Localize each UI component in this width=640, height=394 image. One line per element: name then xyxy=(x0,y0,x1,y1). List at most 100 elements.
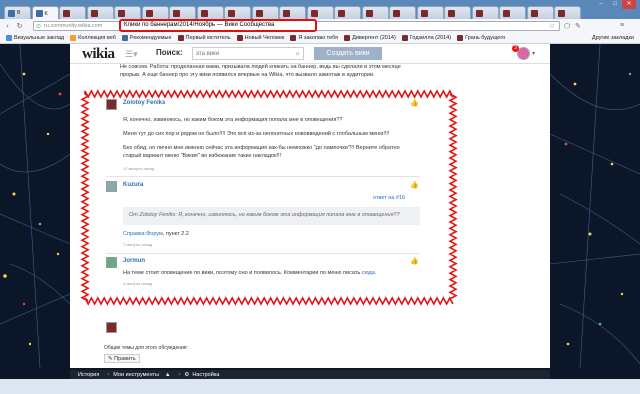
tab-favicon-icon xyxy=(558,9,565,17)
bookmark-label: Грань будущего xyxy=(465,35,506,41)
bookmark-item[interactable]: Новый Человек xyxy=(236,35,285,41)
tab-favicon-icon xyxy=(145,9,153,17)
reload-icon[interactable]: ↻ xyxy=(15,22,24,31)
browser-tab[interactable] xyxy=(471,6,499,19)
tab-favicon-icon xyxy=(503,9,510,17)
wikia-header: wikia ☰▾ Поиск: ⌕ Создать вики 3 ▾ xyxy=(70,44,550,64)
tab-favicon-icon xyxy=(63,9,70,17)
page-title-highlight: Клики по баннерам/2014/Ноябрь — Вики Соо… xyxy=(119,19,317,32)
menu-icon[interactable]: ≡ xyxy=(620,22,624,29)
my-tools-button[interactable]: Мои инструменты xyxy=(113,372,159,378)
browser-tab[interactable] xyxy=(251,6,279,19)
search-input[interactable] xyxy=(193,48,288,59)
tab-favicon-icon xyxy=(118,9,125,17)
separator: • xyxy=(107,371,110,378)
bookmark-item[interactable]: Коллекция веб xyxy=(70,35,116,41)
browser-tab[interactable] xyxy=(526,6,554,19)
bookmark-favicon-icon xyxy=(177,35,184,41)
tab-favicon-icon xyxy=(475,9,483,17)
bookmark-favicon-icon xyxy=(401,35,408,41)
bookmarks-bar: Визуальные заклад Коллекция веб Рекомендуе… xyxy=(0,33,640,44)
close-window-button[interactable]: ✕ xyxy=(622,0,636,9)
bookmark-label: Визуальные заклад xyxy=(14,35,65,41)
browser-toolbar: ‹ ↻ ⊙ ru.community.wikia.com Клики по ба… xyxy=(0,19,640,33)
browser-tab[interactable] xyxy=(224,6,251,19)
bookmark-favicon-icon xyxy=(290,35,297,41)
tab-favicon-icon xyxy=(283,9,290,17)
gear-icon[interactable]: ⚙ xyxy=(184,372,189,378)
bookmark-label: Новый Человек xyxy=(244,35,285,41)
pen-icon[interactable]: ✎ xyxy=(575,22,581,30)
bookmark-favicon-icon xyxy=(6,35,12,41)
bookmark-label: Первый мститель xyxy=(185,35,231,41)
bookmark-favicon-icon xyxy=(236,35,243,41)
browser-tab[interactable] xyxy=(361,6,389,19)
bookmark-item[interactable]: Я закопаю тебя xyxy=(290,35,338,41)
hamburger-icon[interactable]: ☰▾ xyxy=(125,49,138,60)
maximize-button[interactable]: □ xyxy=(608,0,622,9)
bookmark-item[interactable]: Визуальные заклад xyxy=(6,35,64,41)
browser-tab[interactable] xyxy=(334,6,361,19)
browser-tab[interactable] xyxy=(389,6,416,19)
minimize-button[interactable]: – xyxy=(594,0,608,9)
browser-tab[interactable] xyxy=(416,6,444,19)
browser-tab[interactable] xyxy=(554,6,581,19)
tab-title: B xyxy=(17,10,21,16)
address-bar[interactable]: ⊙ ru.community.wikia.com Клики по баннер… xyxy=(33,19,560,32)
bookmark-item[interactable]: Дивергент (2014) xyxy=(344,35,396,41)
tab-favicon-icon xyxy=(365,9,373,17)
bookmark-label: Дивергент (2014) xyxy=(352,35,396,41)
extension-icon[interactable]: ⬡ xyxy=(564,22,570,30)
tab-strip: BK xyxy=(0,6,640,20)
browser-tab[interactable] xyxy=(86,6,114,19)
tab-favicon-icon xyxy=(255,9,263,17)
bookmark-item[interactable]: Первый мститель xyxy=(177,35,231,41)
history-button[interactable]: История xyxy=(78,372,99,378)
tab-favicon-icon xyxy=(530,9,538,17)
search-label: Поиск: xyxy=(156,48,183,57)
bookmark-item[interactable]: Рекомендуемые xyxy=(121,35,172,41)
browser-tab[interactable] xyxy=(169,6,196,19)
chevron-down-icon[interactable]: ▾ xyxy=(532,50,535,57)
browser-tab[interactable]: K xyxy=(31,6,59,20)
star-icon[interactable]: ☆ xyxy=(549,22,555,30)
tab-favicon-icon xyxy=(228,9,235,17)
wiki-toolbar: История • Мои инструменты ▲ • ⚙ Настройк… xyxy=(70,370,550,379)
browser-tab[interactable] xyxy=(444,6,471,19)
other-bookmarks[interactable]: Другие закладки xyxy=(592,35,634,41)
browser-tab[interactable] xyxy=(141,6,169,19)
browser-tab[interactable] xyxy=(114,6,141,19)
tab-favicon-icon xyxy=(448,9,455,17)
separator: • xyxy=(178,371,181,378)
highlight-frame xyxy=(80,89,458,306)
tab-favicon-icon xyxy=(310,9,318,17)
browser-window: BK – □ ✕ ‹ ↻ ⊙ ru.community.wikia.com Кл… xyxy=(0,0,640,394)
tab-favicon-icon xyxy=(173,9,180,17)
wikia-logo[interactable]: wikia xyxy=(82,46,115,63)
bookmark-item[interactable]: Годзилла (2014) xyxy=(401,35,451,41)
browser-tab[interactable] xyxy=(306,6,334,19)
browser-tab[interactable] xyxy=(59,6,86,19)
back-arrow-icon[interactable]: ‹ xyxy=(3,22,12,31)
notification-badge[interactable]: 3 xyxy=(512,45,519,52)
caret-up-icon[interactable]: ▲ xyxy=(165,372,170,378)
tab-favicon-icon xyxy=(35,10,43,17)
search-icon[interactable]: ⌕ xyxy=(296,49,300,59)
tab-favicon-icon xyxy=(8,9,15,17)
browser-tab[interactable]: B xyxy=(4,6,31,19)
page-viewport: Не совсем. Работа: проделанная вами, при… xyxy=(0,44,640,368)
browser-tab[interactable] xyxy=(499,6,526,19)
tab-favicon-icon xyxy=(393,9,400,17)
browser-tab[interactable] xyxy=(279,6,306,19)
bookmark-label: Рекомендуемые xyxy=(129,35,172,41)
tab-title: K xyxy=(44,10,48,17)
bookmark-item[interactable]: Грань будущего xyxy=(457,35,505,41)
browser-tab[interactable] xyxy=(196,6,224,19)
create-wiki-button[interactable]: Создать вики xyxy=(314,47,382,60)
tab-favicon-icon xyxy=(338,9,345,17)
discussion-content: Не совсем. Работа: проделанная вами, при… xyxy=(70,64,550,368)
settings-button[interactable]: Настройка xyxy=(192,372,219,378)
tab-favicon-icon xyxy=(200,9,208,17)
search-field[interactable]: ⌕ xyxy=(192,47,304,60)
user-menu[interactable]: 3 ▾ xyxy=(512,45,540,61)
